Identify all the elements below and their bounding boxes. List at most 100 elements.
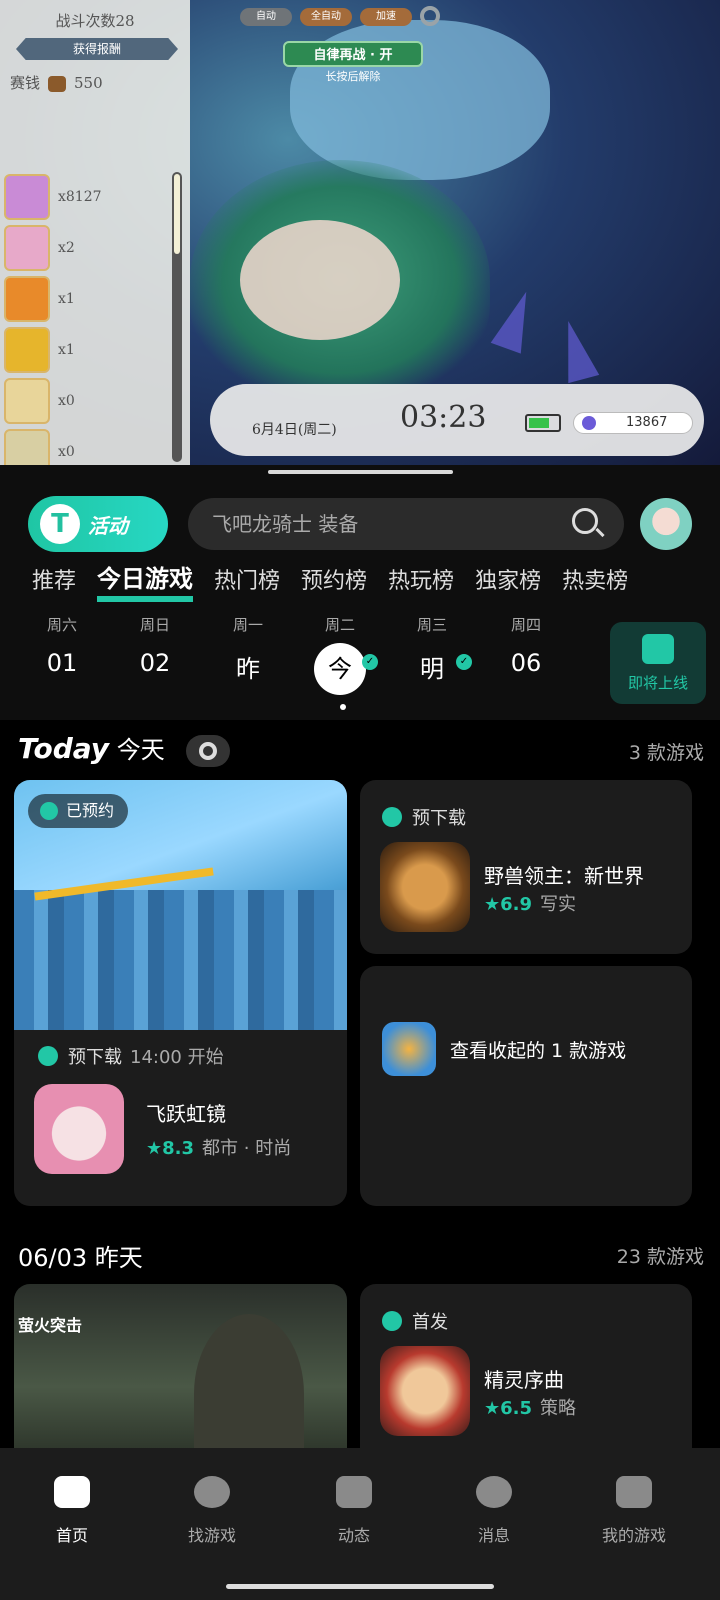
- day-weekday: 周二: [324, 616, 355, 634]
- auto-battle-hint: 长按后解除: [325, 70, 381, 83]
- collapsed-games-link[interactable]: 查看收起的 1 款游戏: [450, 1036, 626, 1063]
- game-rating: ★6.5 策略: [484, 1398, 577, 1419]
- item-icon: [4, 174, 50, 220]
- battle-results-panel: 战斗次数28 获得报酬 赛钱 550 x8127 x2 x1 x1 x0 x0: [0, 0, 190, 465]
- status-text: 预下载: [68, 1047, 122, 1068]
- search-icon[interactable]: [572, 508, 598, 534]
- day-item[interactable]: 周一昨: [208, 614, 288, 684]
- search-input[interactable]: 飞吧龙骑士 装备: [188, 498, 624, 550]
- game-name[interactable]: 飞跃虹镜: [146, 1098, 226, 1127]
- collapsed-games-card[interactable]: 查看收起的 1 款游戏: [360, 966, 692, 1206]
- coins-label: 赛钱: [10, 74, 41, 92]
- reward-item: x2: [4, 223, 102, 273]
- date-selector: 周六 01 周日 02 周一昨 周二今 周三明 周四 06 ✓ ✓: [0, 614, 590, 714]
- battery-icon: [525, 414, 561, 432]
- game-logo: 萤火突击: [18, 1316, 83, 1335]
- item-scroll-thumb[interactable]: [174, 174, 180, 254]
- day-item[interactable]: 周日 02: [115, 614, 195, 677]
- day-weekday: 周四: [510, 616, 541, 634]
- check-icon: ✓: [456, 654, 472, 670]
- auto-battle-toggle[interactable]: 自律再战 · 开: [283, 41, 423, 67]
- day-item[interactable]: 周六 01: [22, 614, 102, 677]
- game-tags: 写实: [540, 894, 577, 915]
- item-count: x1: [58, 291, 75, 307]
- item-count: x0: [58, 444, 75, 460]
- gear-icon: [199, 742, 218, 760]
- coin-icon: [48, 76, 67, 92]
- full-auto-button[interactable]: 全自动: [300, 8, 352, 26]
- upcoming-label: 即将上线: [627, 674, 688, 692]
- reward-item: x1: [4, 325, 102, 375]
- avatar[interactable]: [640, 498, 692, 550]
- item-count: x8127: [58, 189, 102, 205]
- nav-feed[interactable]: 动态: [304, 1476, 404, 1546]
- nav-messages[interactable]: 消息: [444, 1476, 544, 1546]
- calendar-icon: [642, 634, 674, 664]
- section-settings-button[interactable]: [186, 735, 231, 767]
- nav-label: 消息: [477, 1526, 510, 1545]
- today-title-en: Today: [18, 732, 110, 765]
- game-rating: ★6.9 写实: [484, 894, 577, 915]
- nav-label: 动态: [337, 1526, 370, 1545]
- day-item[interactable]: 周四 06: [486, 614, 566, 677]
- rating-value: 8.3: [162, 1138, 195, 1159]
- item-icon: [4, 276, 50, 322]
- game-tags: 策略: [540, 1398, 577, 1419]
- game-name[interactable]: 精灵序曲: [484, 1364, 564, 1393]
- auto-button[interactable]: 自动: [240, 8, 292, 26]
- activity-logo[interactable]: T 活动: [28, 496, 168, 552]
- crystal-decoration: [552, 316, 600, 384]
- day-item[interactable]: 周三明: [392, 614, 472, 684]
- game-icon[interactable]: [380, 842, 470, 932]
- nav-find-games[interactable]: 找游戏: [162, 1476, 262, 1546]
- planet-icon: [194, 1476, 230, 1508]
- nav-label: 首页: [55, 1526, 88, 1545]
- nav-label: 找游戏: [187, 1526, 236, 1545]
- game-rating: ★8.3 都市 · 时尚: [146, 1138, 292, 1159]
- nav-home[interactable]: 首页: [22, 1476, 122, 1546]
- yesterday-heading: 06/03 昨天: [18, 1244, 143, 1272]
- game-pane[interactable]: 自动 全自动 加速 自律再战 · 开 长按后解除 战斗次数28 获得报酬 赛钱 5…: [0, 0, 720, 465]
- status-date: 6月4日(周二): [252, 422, 337, 438]
- speed-button[interactable]: 加速: [360, 8, 412, 26]
- game-card[interactable]: 预下载 野兽领主：新世界 ★6.9 写实: [360, 780, 692, 954]
- feed-icon: [336, 1476, 372, 1508]
- gem-icon: [582, 416, 596, 430]
- day-weekday: 周三: [416, 616, 447, 634]
- tab-exclusive[interactable]: 独家榜: [475, 562, 541, 602]
- crystal-decoration: [490, 286, 542, 354]
- item-count: x0: [58, 393, 75, 409]
- gamepad-icon: [616, 1476, 652, 1508]
- split-drag-handle[interactable]: [268, 470, 453, 474]
- gear-icon[interactable]: [420, 6, 440, 26]
- first-release-status: 首发: [382, 1308, 448, 1334]
- tab-hot[interactable]: 热门榜: [214, 562, 280, 602]
- tab-played[interactable]: 热玩榜: [388, 562, 454, 602]
- game-icon[interactable]: [34, 1084, 124, 1174]
- brand-logo-icon: T: [40, 504, 80, 544]
- game-name[interactable]: 野兽领主：新世界: [484, 860, 644, 889]
- gem-value: 13867: [626, 415, 668, 430]
- chat-icon: [476, 1476, 512, 1508]
- reward-banner: 获得报酬: [16, 38, 178, 60]
- tab-today-games[interactable]: 今日游戏: [97, 562, 194, 602]
- home-indicator[interactable]: [226, 1584, 494, 1589]
- nav-my-games[interactable]: 我的游戏: [584, 1476, 684, 1546]
- today-count: 3 款游戏: [628, 742, 704, 764]
- rating-value: 6.5: [500, 1398, 533, 1419]
- game-icon[interactable]: [380, 1346, 470, 1436]
- game-art-face: [240, 220, 400, 340]
- banner-buildings: [14, 890, 347, 1030]
- featured-game-card[interactable]: 已预约 预下载 14:00 开始 飞跃虹镜 ★8.3 都市 · 时尚: [14, 780, 347, 1206]
- reserved-badge: 已预约: [28, 794, 129, 828]
- item-icon: [4, 378, 50, 424]
- app-pane: T 活动 飞吧龙骑士 装备 推荐 今日游戏 热门榜 预约榜 热玩榜 独家榜 热卖…: [0, 484, 720, 1600]
- item-count: x1: [58, 342, 75, 358]
- tab-reserve[interactable]: 预约榜: [301, 562, 367, 602]
- tab-bestseller[interactable]: 热卖榜: [562, 562, 628, 602]
- game-feed: Today 今天 3 款游戏 已预约 预下载 14:00 开始 飞跃虹镜 ★8.3…: [0, 720, 720, 1490]
- upcoming-button[interactable]: 即将上线: [610, 622, 706, 704]
- tab-recommend[interactable]: 推荐: [32, 562, 76, 602]
- predownload-status: 预下载: [382, 804, 466, 830]
- item-count: x2: [58, 240, 75, 256]
